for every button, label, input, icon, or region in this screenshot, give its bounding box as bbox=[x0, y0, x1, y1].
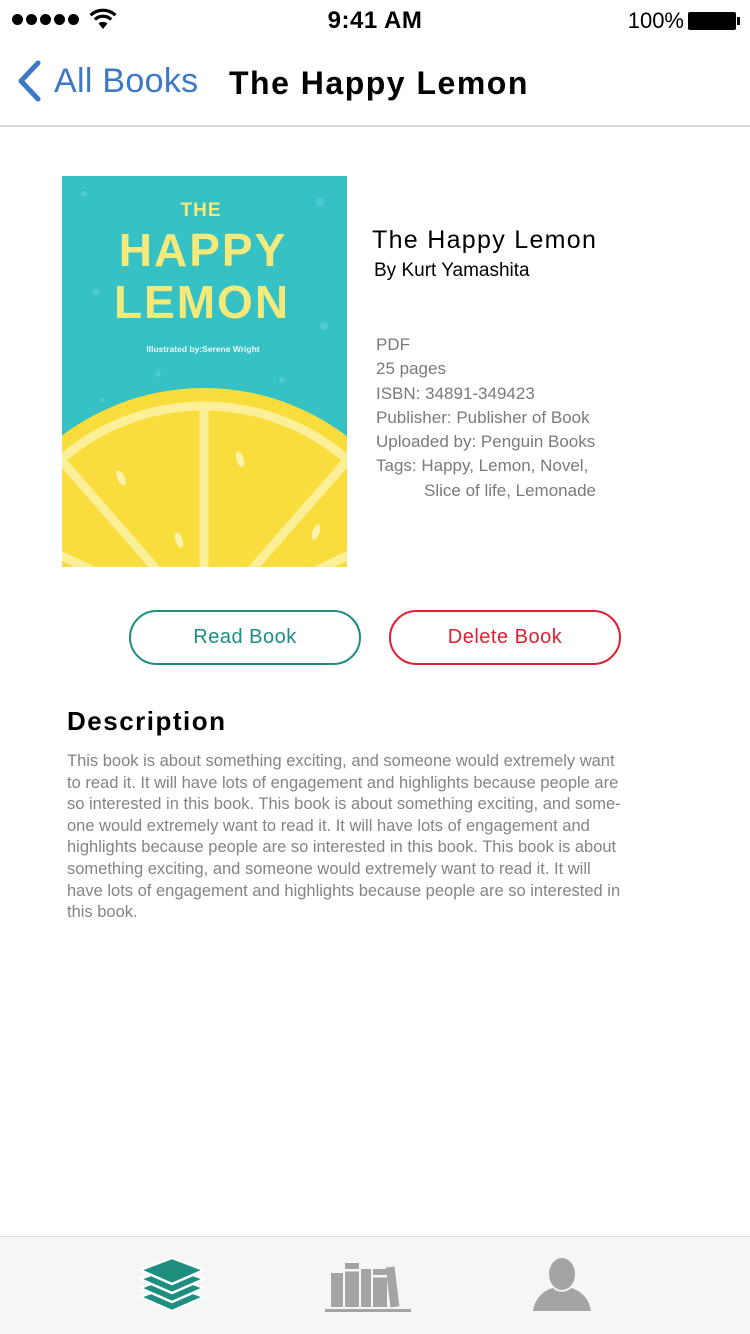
status-bar: 9:41 AM 100% bbox=[0, 0, 750, 40]
description-line: one would extremely want to read it. It … bbox=[67, 816, 590, 835]
profile-icon bbox=[533, 1258, 591, 1311]
cover-title-line2: HAPPY bbox=[119, 224, 287, 276]
description-line: this book. bbox=[67, 903, 138, 922]
bookshelf-icon bbox=[325, 1263, 411, 1312]
book-isbn: ISBN: 34891-349423 bbox=[376, 383, 535, 403]
book-uploader: Uploaded by: Penguin Books bbox=[376, 432, 596, 452]
page-title: The Happy Lemon bbox=[229, 65, 529, 101]
book-format: PDF bbox=[376, 335, 410, 354]
tab-profile[interactable] bbox=[531, 1255, 593, 1318]
description-line: to read it. It will have lots of engagem… bbox=[67, 773, 619, 792]
book-tags-line1: Tags: Happy, Lemon, Novel, bbox=[376, 456, 589, 476]
description-line: so interested in this book. This book is… bbox=[67, 795, 621, 814]
cover-illustrator: Illustrated by:Serene Wright bbox=[146, 344, 259, 354]
book-tags-line2: Slice of life, Lemonade bbox=[424, 480, 596, 500]
book-author: By Kurt Yamashita bbox=[374, 260, 530, 281]
battery-percentage: 100% bbox=[627, 8, 684, 33]
description-line: have lots of engagement and highlights b… bbox=[67, 881, 621, 900]
description-line: something exciting, and someone would ex… bbox=[67, 859, 591, 878]
description-line: highlights because people are so interes… bbox=[67, 838, 617, 857]
back-button-label: All Books bbox=[54, 61, 199, 100]
description-line: This book is about something exciting, a… bbox=[67, 752, 615, 770]
book-title: The Happy Lemon bbox=[372, 226, 598, 254]
navigation-bar: All Books The Happy Lemon bbox=[0, 40, 750, 127]
book-metadata: PDF 25 pages ISBN: 34891-349423 Publishe… bbox=[376, 333, 596, 503]
read-book-button[interactable]: Read Book bbox=[129, 610, 361, 665]
cover-title-line1: THE bbox=[181, 200, 222, 221]
description-heading: Description bbox=[67, 706, 227, 736]
books-stack-icon bbox=[138, 1256, 206, 1313]
chevron-left-icon bbox=[18, 60, 41, 102]
description-text: This book is about something exciting, a… bbox=[67, 751, 697, 924]
back-button[interactable]: All Books bbox=[16, 60, 198, 102]
battery-icon bbox=[688, 12, 740, 30]
book-cover: THE HAPPY LEMON Illustrated by:Serene Wr… bbox=[62, 176, 347, 567]
tab-bar bbox=[0, 1236, 750, 1334]
book-pages: 25 pages bbox=[376, 359, 446, 379]
delete-book-button[interactable]: Delete Book bbox=[389, 610, 621, 665]
book-publisher: Publisher: Publisher of Book bbox=[376, 407, 590, 427]
tab-my-books[interactable] bbox=[137, 1255, 207, 1322]
tab-library[interactable] bbox=[323, 1255, 413, 1318]
cover-title-line3: LEMON bbox=[114, 276, 290, 328]
